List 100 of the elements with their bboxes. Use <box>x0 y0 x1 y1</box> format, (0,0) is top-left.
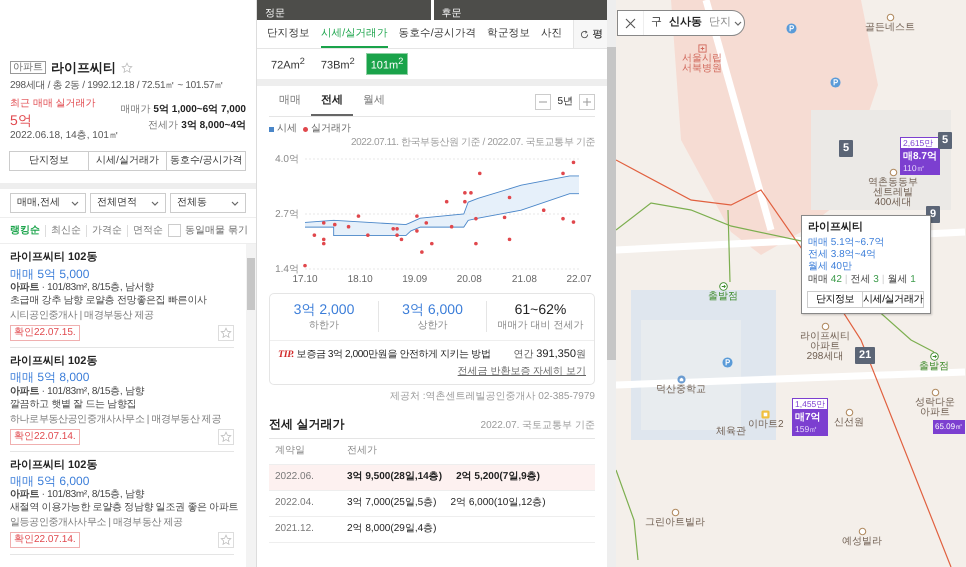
data-point <box>356 214 360 218</box>
data-point <box>572 220 576 224</box>
tab[interactable]: 전세 <box>311 88 353 116</box>
table-row[interactable]: 2022.06. 3억 9,500(28일,14층) 2억 5,200(7일,9층) <box>269 464 595 491</box>
neighborhood-label: 신사동 <box>669 16 702 30</box>
info-button[interactable]: 단지정보 <box>9 151 89 172</box>
table-cell: 2억 5,200(7일,9층) <box>456 471 540 484</box>
tab[interactable]: 사진 <box>540 20 562 48</box>
popup-button[interactable]: 단지정보 <box>807 291 864 308</box>
listing-spec: 아파트 · 101/83m², 8/15층, 남서향 <box>10 282 155 294</box>
filter-dropdown[interactable]: 매매,전세 <box>10 193 86 214</box>
data-point <box>572 160 576 164</box>
photo-placeholder[interactable]: 후문 <box>434 0 607 20</box>
listing-title[interactable]: 라이프씨티 102동 <box>10 458 234 472</box>
recent-date: 2022.06.18, 14층, 101㎡ <box>10 130 119 142</box>
tab[interactable]: 동호수/공시가격 <box>398 20 476 48</box>
data-point <box>415 214 419 218</box>
caret-icon <box>231 200 239 206</box>
table-cell-text: 2022.04. <box>275 497 315 510</box>
favorite-button[interactable] <box>218 324 234 341</box>
place-label: 예성빌라 <box>842 537 882 547</box>
area-option[interactable]: 73Bm$^{2}$ <box>316 54 359 74</box>
count-marker[interactable]: 21 <box>855 347 876 364</box>
checkbox[interactable] <box>168 224 181 238</box>
axis-tick-label: 17.10 <box>292 274 318 285</box>
data-point <box>508 196 512 200</box>
listing-agency: 하나로부동산공인중개사사무소 | 매경부동산 제공 <box>10 414 222 426</box>
period-label: 5년 <box>557 96 573 108</box>
scrollbar-thumb[interactable] <box>607 47 616 360</box>
favorite-button[interactable] <box>218 428 234 445</box>
complex-meta: 298세대 / 총 2동 / 1992.12.18 / 72.51㎡ ~ 101.57㎡ <box>10 80 225 92</box>
count-marker[interactable]: 5 <box>938 132 952 150</box>
tab[interactable]: 단지정보 <box>267 20 310 48</box>
tab[interactable]: 월세 <box>353 88 395 116</box>
search-bar[interactable]: 구 신사동 단지 <box>617 10 745 36</box>
data-point <box>303 264 307 268</box>
data-point <box>424 221 428 225</box>
filter-dropdown[interactable]: 전체면적 <box>90 193 166 214</box>
data-point <box>312 233 316 237</box>
favorite-button[interactable] <box>218 532 234 548</box>
legend-dot-icon <box>303 126 308 132</box>
popup-price: 전세 3.8억~4억 <box>808 249 878 262</box>
decrease-button[interactable] <box>535 94 552 110</box>
area-option[interactable]: 72Am$^{2}$ <box>267 54 309 74</box>
price-range: 전세가 3억 8,000~4억 <box>148 120 246 132</box>
place-label: 라이프씨티 아파트 298세대 <box>800 332 850 362</box>
annual-fee: 연간 391,350원 <box>513 348 586 361</box>
filter-dropdown[interactable]: 단지 <box>709 16 742 30</box>
checkbox-label: 동일매물 묶기 <box>185 224 248 237</box>
photo-placeholder[interactable]: 정문 <box>257 0 430 20</box>
separator: | <box>844 274 848 286</box>
table-row[interactable]: 2022.04. 3억 7,000(25일,5층) 2억 6,000(10일,12층) <box>269 490 595 517</box>
data-point <box>502 216 506 220</box>
stat-value: 3억 2,000 <box>292 301 356 318</box>
legend-label: 시세 <box>277 123 297 135</box>
place-label: 역촌동동부 센트레빌 400세대 <box>868 178 918 208</box>
star-icon <box>220 430 232 443</box>
sort-option[interactable]: 최신순 <box>45 224 86 237</box>
place-icon <box>820 322 830 331</box>
axis-tick-label: 2.7억 <box>275 209 299 220</box>
parking-icon <box>722 357 733 368</box>
refresh-icon <box>580 30 590 38</box>
increase-button[interactable] <box>579 94 595 110</box>
recent-price-label: 최근 매매 실거래가 <box>10 98 97 110</box>
caret-icon <box>151 200 159 206</box>
data-point <box>346 224 350 228</box>
price-marker[interactable]: 1,455만 매7억 159㎡ <box>792 398 828 436</box>
school-icon <box>676 375 686 384</box>
count-marker[interactable]: 5 <box>839 140 854 158</box>
place-icon <box>858 527 866 536</box>
listing-price: 매매 5억 5,000 <box>10 266 90 281</box>
type-badge: 아파트 <box>10 61 46 74</box>
listing-description: 초급매 강추 남향 로얄층 전망좋은집 빠른이사 <box>10 294 208 307</box>
filter-dropdown[interactable]: 전체동 <box>170 193 246 214</box>
close-icon <box>625 18 636 28</box>
tab[interactable]: 매매 <box>269 88 311 116</box>
unit-toggle-button[interactable]: 평 <box>573 20 607 48</box>
marker-area: 110㎡ <box>900 163 940 174</box>
tip-text: TIP. 보증금 3억 2,000만원을 안전하게 지키는 방법 <box>278 348 490 361</box>
table-row[interactable]: 2021.12. 2억 8,000(29일,4층) <box>269 516 595 543</box>
popup-button[interactable]: 시세/실거래가 <box>862 291 924 308</box>
axis-tick-label: 20.08 <box>456 274 482 285</box>
confirmed-date: 확인22.07.14. <box>10 532 80 548</box>
caret-icon <box>734 20 742 26</box>
data-point <box>561 172 565 176</box>
popup-price: 월세 40만 <box>808 261 853 274</box>
tab[interactable]: 학군정보 <box>487 20 530 48</box>
star-icon[interactable] <box>121 62 133 74</box>
listing-spec: 아파트 · 101/83m², 8/15층, 남향 <box>10 386 146 398</box>
scrollbar-thumb[interactable] <box>247 258 255 310</box>
info-button[interactable]: 시세/실거래가 <box>88 151 168 172</box>
listing-title[interactable]: 라이프씨티 102동 <box>10 354 234 368</box>
data-point <box>463 200 467 204</box>
info-button[interactable]: 동호수/공시가격 <box>166 151 246 172</box>
listing-title[interactable]: 라이프씨티 102동 <box>10 251 234 265</box>
details-link[interactable]: 전세금 반환보증 자세히 보기 <box>458 366 586 378</box>
listing-price: 매매 5억 8,000 <box>10 370 90 385</box>
sort-option[interactable]: 가격순 <box>86 224 127 237</box>
price-marker[interactable]: 2,615만 매8.7억 110㎡ <box>900 137 940 176</box>
stat-label: 하한가 <box>308 320 340 332</box>
